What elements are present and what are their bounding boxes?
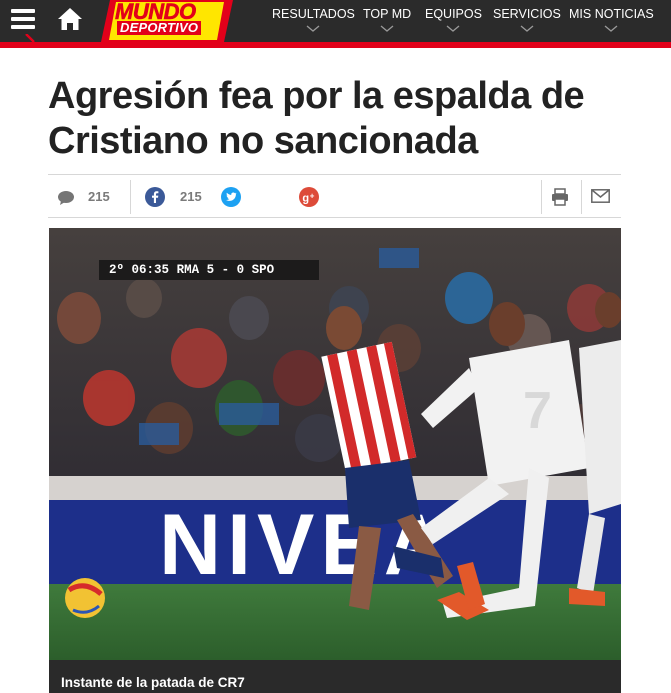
chevron-down-icon — [380, 25, 394, 32]
away-team: SPO — [251, 263, 275, 277]
chevron-down-icon — [307, 25, 320, 32]
top-navigation-bar: MUNDO DEPORTIVO RESULTADOS TOP MD EQUIPO… — [0, 0, 671, 42]
home-team: RMA — [176, 263, 200, 277]
email-icon[interactable] — [591, 189, 610, 203]
nav-label: TOP MD — [363, 7, 412, 21]
menu-icon[interactable] — [11, 9, 35, 31]
nav-top-md[interactable]: TOP MD — [363, 7, 411, 32]
google-plus-icon[interactable]: g + — [299, 187, 319, 207]
search-icon[interactable] — [24, 34, 38, 44]
svg-text:g: g — [302, 192, 309, 204]
nav-servicios[interactable]: SERVICIOS — [493, 7, 561, 32]
match-scoreboard: 2º 06:35 RMA 5 - 0 SPO — [99, 260, 319, 280]
article-photo[interactable]: NIVEA 7 2º 06:35 RMA 5 - 0 SPO — [49, 228, 621, 660]
home-icon[interactable] — [56, 6, 84, 32]
article-title: Agresión fea por la espalda de Cristiano… — [48, 75, 585, 162]
print-icon[interactable] — [551, 188, 569, 206]
nav-resultados[interactable]: RESULTADOS — [272, 7, 355, 32]
photo-caption-text: Instante de la patada de CR7 — [61, 675, 245, 690]
divider — [581, 180, 582, 214]
photo-caption: Instante de la patada de CR7 — [49, 660, 621, 693]
twitter-icon[interactable] — [221, 187, 241, 207]
divider — [541, 180, 542, 214]
comment-icon[interactable] — [57, 190, 75, 206]
mundo-deportivo-logo[interactable]: MUNDO DEPORTIVO — [101, 0, 233, 42]
share-bar: 215 215 g + — [48, 174, 621, 218]
match-period: 2º — [109, 263, 125, 277]
nav-label: MIS NOTICIAS — [569, 7, 654, 21]
facebook-count: 215 — [180, 189, 202, 204]
match-clock: 06:35 — [131, 263, 170, 277]
nav-label: EQUIPOS — [425, 7, 482, 21]
jersey-number: 7 — [523, 382, 552, 440]
nav-label: RESULTADOS — [272, 7, 355, 21]
brand-divider — [0, 42, 671, 48]
chevron-down-icon — [447, 25, 460, 32]
chevron-down-icon — [604, 25, 618, 32]
logo-text-deportivo: DEPORTIVO — [117, 21, 202, 35]
divider — [130, 180, 131, 214]
nav-label: SERVICIOS — [493, 7, 561, 21]
nav-mis-noticias[interactable]: MIS NOTICIAS — [569, 7, 654, 32]
match-score: 5 - 0 — [206, 263, 245, 277]
chevron-down-icon — [520, 25, 534, 32]
svg-text:+: + — [310, 191, 315, 200]
facebook-icon[interactable] — [145, 187, 165, 207]
comment-count: 215 — [88, 189, 110, 204]
nav-equipos[interactable]: EQUIPOS — [425, 7, 482, 32]
